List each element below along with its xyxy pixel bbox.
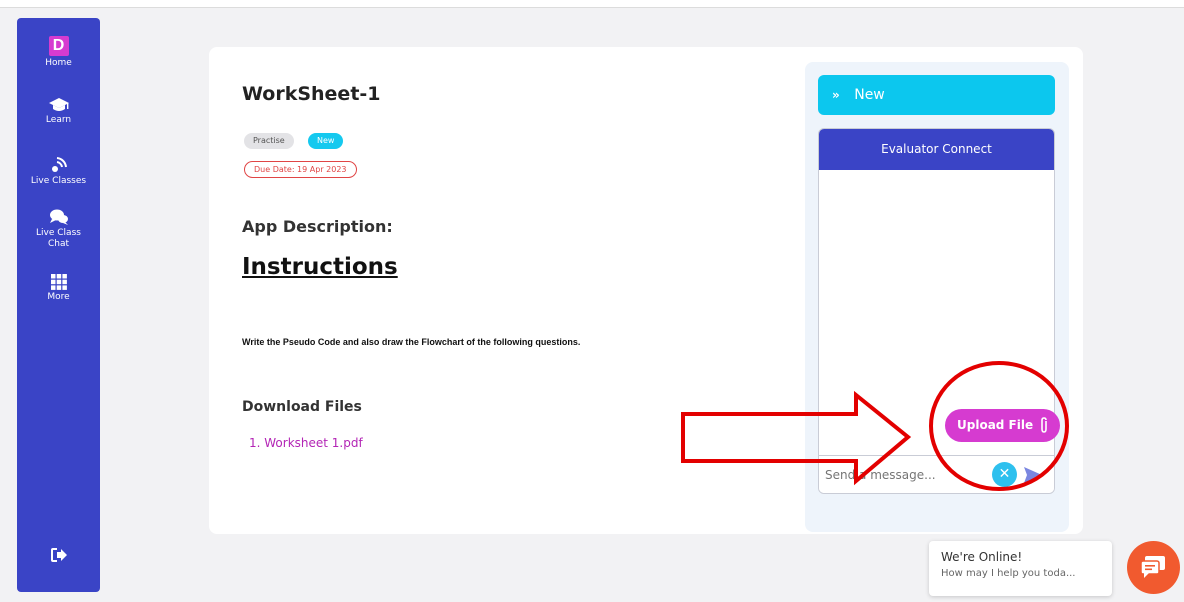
online-chat-widget[interactable]: We're Online! How may I help you toda... bbox=[929, 541, 1112, 596]
widget-title: We're Online! bbox=[941, 550, 1023, 564]
annotation-overlay bbox=[681, 361, 1069, 491]
annotation-circle bbox=[929, 361, 1069, 491]
chat-icon bbox=[1141, 556, 1165, 578]
annotation-arrow bbox=[681, 390, 912, 486]
chat-launcher-button[interactable] bbox=[1127, 541, 1180, 594]
widget-subtitle: How may I help you toda... bbox=[941, 568, 1076, 579]
